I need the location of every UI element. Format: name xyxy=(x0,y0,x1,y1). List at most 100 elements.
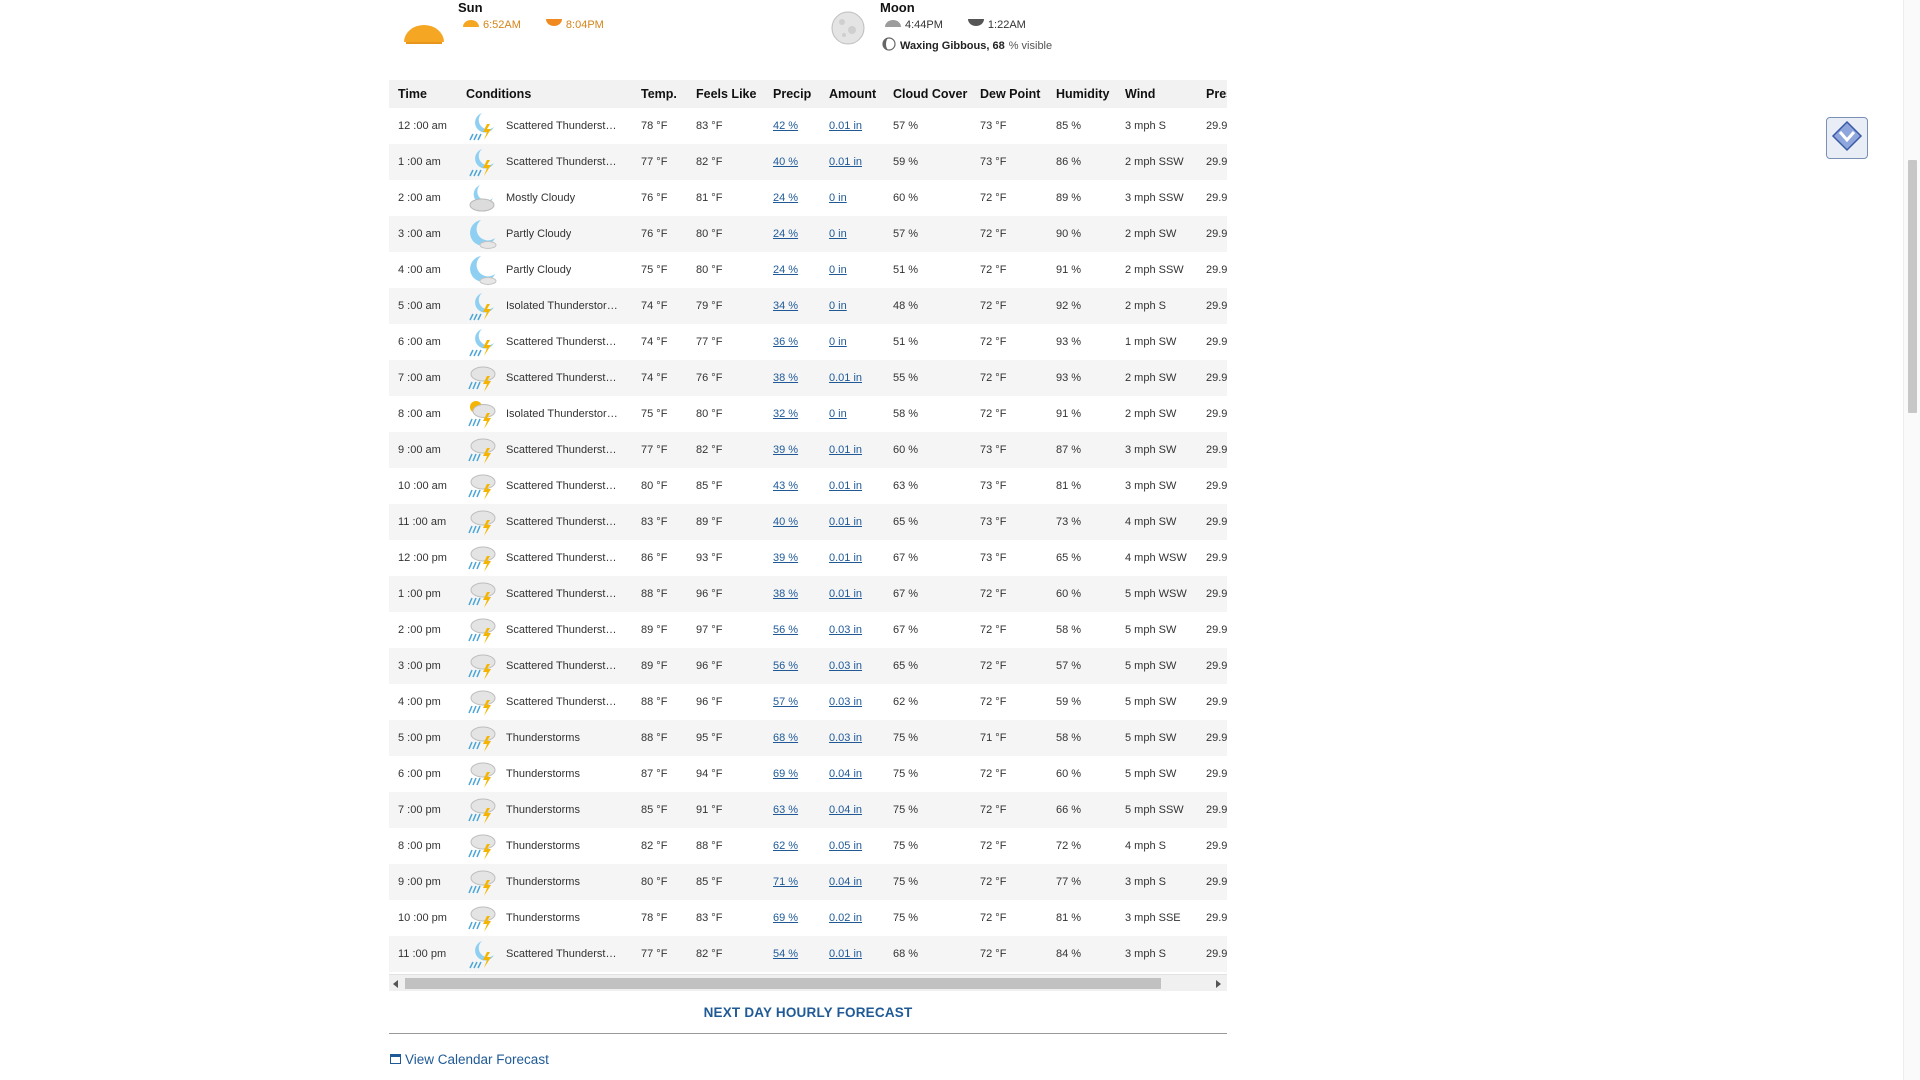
cloud-cell: 58 % xyxy=(893,408,919,420)
conditions-cell: Partly Cloudy xyxy=(457,252,632,288)
hourly-table-container[interactable]: Time Conditions Temp. Feels Like Precip Amoun… xyxy=(389,80,1227,990)
temp-cell: 78 °F xyxy=(641,912,668,924)
precip-chance-link[interactable]: 56 % xyxy=(773,660,798,672)
conditions-content: Scattered Thunderstorms xyxy=(466,434,632,466)
precip-amount-link[interactable]: 0.01 in xyxy=(829,156,862,168)
conditions-cell: Scattered Thunderstorms xyxy=(457,144,632,180)
precip-chance-link[interactable]: 57 % xyxy=(773,696,798,708)
precip-chance-link[interactable]: 43 % xyxy=(773,480,798,492)
next-day-hourly-forecast-link[interactable]: NEXT DAY HOURLY FORECAST xyxy=(389,992,1227,1034)
precip-chance-link[interactable]: 63 % xyxy=(773,804,798,816)
conditions-content: Thunderstorms xyxy=(466,758,632,790)
scroll-down-button[interactable] xyxy=(1826,117,1868,159)
temp-cell: 74 °F xyxy=(641,372,668,384)
precip-amount-link[interactable]: 0.03 in xyxy=(829,624,862,636)
precip-chance-link[interactable]: 62 % xyxy=(773,840,798,852)
precip-amount-link[interactable]: 0 in xyxy=(829,264,847,276)
horizontal-scroll-thumb[interactable] xyxy=(405,978,1161,989)
amount-cell: 0.01 in xyxy=(820,360,884,396)
precip-amount-link[interactable]: 0.01 in xyxy=(829,120,862,132)
conditions-cell: Partly Cloudy xyxy=(457,216,632,252)
precip-amount-link[interactable]: 0.01 in xyxy=(829,372,862,384)
scroll-right-arrow-icon[interactable] xyxy=(1216,980,1221,988)
precip-chance-link[interactable]: 38 % xyxy=(773,588,798,600)
pressure-cell: 29.9 xyxy=(1206,264,1227,276)
cloud-cell: 55 % xyxy=(893,372,919,384)
cloud-storm-icon xyxy=(466,542,498,574)
dew-cell: 72 °F xyxy=(980,696,1007,708)
precip-amount-link[interactable]: 0 in xyxy=(829,408,847,420)
precip-chance-link[interactable]: 71 % xyxy=(773,876,798,888)
precip-chance-link[interactable]: 24 % xyxy=(773,264,798,276)
conditions-cell: Scattered Thunderstorms xyxy=(457,576,632,612)
precip-chance-link[interactable]: 42 % xyxy=(773,120,798,132)
time-cell: 8 :00 pm xyxy=(398,840,441,852)
pressure-cell: 29.9 xyxy=(1206,408,1227,420)
precip-cell: 43 % xyxy=(764,468,820,504)
conditions-cell: Scattered Thunderstorms xyxy=(457,684,632,720)
precip-amount-link[interactable]: 0.01 in xyxy=(829,948,862,960)
precip-amount-link[interactable]: 0.01 in xyxy=(829,444,862,456)
precip-amount-link[interactable]: 0 in xyxy=(829,336,847,348)
precip-amount-link[interactable]: 0.03 in xyxy=(829,696,862,708)
calendar-link-label[interactable]: View Calendar Forecast xyxy=(405,1052,549,1067)
precip-amount-link[interactable]: 0 in xyxy=(829,300,847,312)
precip-amount-link[interactable]: 0.04 in xyxy=(829,876,862,888)
day-storm-icon xyxy=(466,398,498,430)
precip-chance-link[interactable]: 69 % xyxy=(773,912,798,924)
amount-cell: 0 in xyxy=(820,288,884,324)
scroll-left-arrow-icon[interactable] xyxy=(393,980,398,988)
pressure-cell: 29.9 xyxy=(1206,804,1227,816)
precip-chance-link[interactable]: 24 % xyxy=(773,192,798,204)
precip-chance-link[interactable]: 69 % xyxy=(773,768,798,780)
page-vertical-scrollbar[interactable] xyxy=(1903,0,1920,1080)
precip-cell: 24 % xyxy=(764,252,820,288)
precip-amount-link[interactable]: 0.01 in xyxy=(829,552,862,564)
wind-cell: 2 mph SSW xyxy=(1125,264,1184,276)
precip-amount-link[interactable]: 0.03 in xyxy=(829,660,862,672)
precip-chance-link[interactable]: 40 % xyxy=(773,516,798,528)
precip-amount-link[interactable]: 0 in xyxy=(829,228,847,240)
column-header-humidity: Humidity xyxy=(1056,87,1110,101)
moonset-time: 1:22AM xyxy=(987,18,1026,31)
table-row: 11 :00 pm Scattered Thunderstorms 77 °F 82 … xyxy=(389,936,1227,972)
precip-chance-link[interactable]: 40 % xyxy=(773,156,798,168)
precip-chance-link[interactable]: 38 % xyxy=(773,372,798,384)
precip-amount-link[interactable]: 0.03 in xyxy=(829,732,862,744)
time-cell: 2 :00 pm xyxy=(398,624,441,636)
precip-chance-link[interactable]: 56 % xyxy=(773,624,798,636)
vertical-scroll-thumb[interactable] xyxy=(1908,160,1917,413)
precip-chance-link[interactable]: 36 % xyxy=(773,336,798,348)
table-row: 3 :00 am Partly Cloudy 76 °F 80 °F 24 % 0 in 5… xyxy=(389,216,1227,252)
conditions-content: Scattered Thunderstorms xyxy=(466,470,632,502)
precip-amount-link[interactable]: 0.01 in xyxy=(829,588,862,600)
precip-amount-link[interactable]: 0.01 in xyxy=(829,480,862,492)
precip-chance-link[interactable]: 68 % xyxy=(773,732,798,744)
precip-chance-link[interactable]: 39 % xyxy=(773,444,798,456)
table-horizontal-scrollbar[interactable] xyxy=(389,974,1227,991)
precip-amount-link[interactable]: 0.04 in xyxy=(829,768,862,780)
precip-chance-link[interactable]: 32 % xyxy=(773,408,798,420)
sun-times: 6:52AM 8:04PM xyxy=(462,18,604,31)
humidity-cell: 92 % xyxy=(1056,300,1082,312)
precip-chance-link[interactable]: 54 % xyxy=(773,948,798,960)
humidity-cell: 87 % xyxy=(1056,444,1082,456)
night-storm-icon xyxy=(466,290,498,322)
precip-cell: 71 % xyxy=(764,864,820,900)
precip-chance-link[interactable]: 34 % xyxy=(773,300,798,312)
temp-cell: 78 °F xyxy=(641,120,668,132)
pressure-cell: 29.9 xyxy=(1206,372,1227,384)
precip-amount-link[interactable]: 0.02 in xyxy=(829,912,862,924)
conditions-cell: Isolated Thunderstorms xyxy=(457,396,632,432)
cloud-cell: 75 % xyxy=(893,732,919,744)
precip-amount-link[interactable]: 0 in xyxy=(829,192,847,204)
amount-cell: 0.01 in xyxy=(820,432,884,468)
precip-amount-link[interactable]: 0.04 in xyxy=(829,804,862,816)
precip-amount-link[interactable]: 0.05 in xyxy=(829,840,862,852)
table-row: 6 :00 am Scattered Thunderstorms 74 °F 77 °… xyxy=(389,324,1227,360)
view-calendar-forecast-link[interactable]: View Calendar Forecast xyxy=(390,1052,549,1067)
precip-chance-link[interactable]: 39 % xyxy=(773,552,798,564)
precip-amount-link[interactable]: 0.01 in xyxy=(829,516,862,528)
time-cell: 12 :00 pm xyxy=(398,552,447,564)
precip-chance-link[interactable]: 24 % xyxy=(773,228,798,240)
